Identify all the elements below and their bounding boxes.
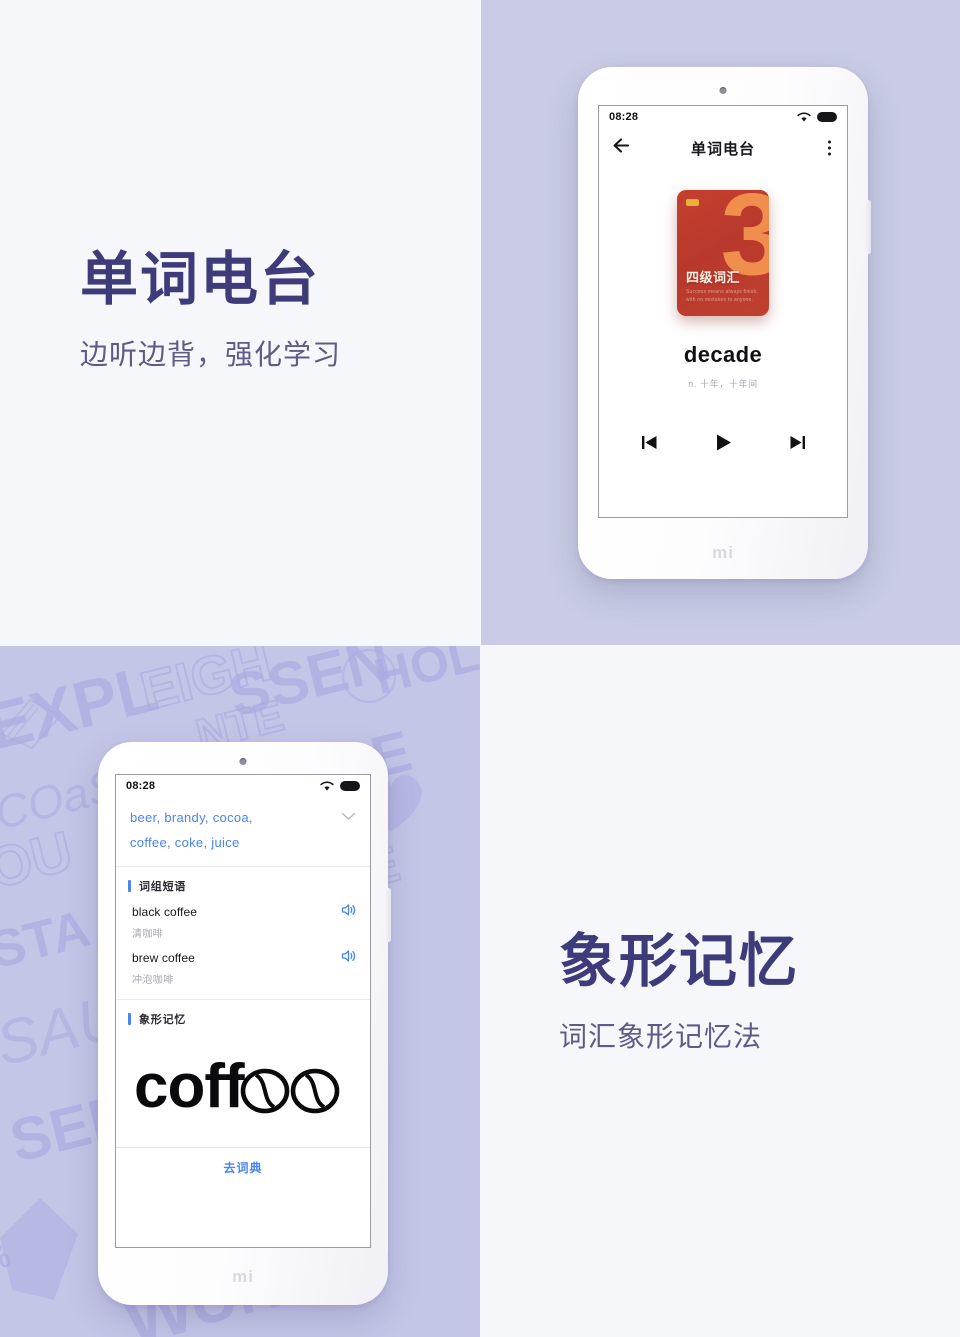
panel-word-radio-device: 08:28 单词电台 四级词汇 Success means always fin… xyxy=(481,0,960,645)
album-subtitle: Success means always finish, with no mis… xyxy=(686,289,759,303)
album-cover[interactable]: 3 四级词汇 Success means always finish, with… xyxy=(677,190,769,316)
promo-page: 单词电台 边听边背，强化学习 08:28 单词电台 四级词汇 Success m… xyxy=(0,0,960,1337)
pictorial-section-header: 象形记忆 xyxy=(116,1000,370,1033)
copy-block-top-left: 单词电台 边听边背，强化学习 xyxy=(80,247,342,373)
brand-logo: mi xyxy=(232,1267,254,1286)
wordmark-prefix: coff xyxy=(134,1055,245,1121)
list-item[interactable]: brew coffee 冲泡咖啡 xyxy=(116,946,370,992)
status-time: 08:28 xyxy=(126,780,156,792)
album-tag-mark xyxy=(686,199,699,206)
phrase-english: brew coffee xyxy=(132,951,195,966)
pictorial-illustration: coff xyxy=(116,1032,370,1147)
pictorial-section: 象形记忆 coff xyxy=(116,1000,370,1147)
tag-shape xyxy=(0,1198,78,1300)
phrases-section-title: 词组短语 xyxy=(139,880,187,893)
copy-block-bottom-right: 象形记忆 词汇象形记忆法 xyxy=(559,929,800,1055)
pictorial-section-title: 象形记忆 xyxy=(139,1013,187,1026)
phrase-english: black coffee xyxy=(132,905,198,920)
section-accent-bar xyxy=(128,1012,131,1025)
books-outline xyxy=(0,698,62,750)
current-word-definition: n. 十年，十年间 xyxy=(688,379,758,389)
power-button[interactable] xyxy=(386,888,391,943)
panel-word-radio-copy: 单词电台 边听边背，强化学习 xyxy=(0,0,480,645)
go-to-dictionary-button[interactable]: 去词典 xyxy=(116,1146,370,1187)
overflow-menu-icon[interactable] xyxy=(828,140,831,156)
list-item[interactable]: black coffee 清咖啡 xyxy=(116,900,370,946)
radio-phone-body: 08:28 单词电台 四级词汇 Success means always fin… xyxy=(578,67,871,579)
phrase-chinese: 冲泡咖啡 xyxy=(132,974,174,986)
album-cover-wrap: 3 四级词汇 Success means always finish, with… xyxy=(599,190,847,316)
battery-icon xyxy=(340,781,360,791)
phrases-section-header: 词组短语 xyxy=(116,867,370,900)
page-title-secondary: 象形记忆 xyxy=(559,929,800,994)
chevron-down-icon[interactable] xyxy=(341,808,356,826)
phrases-section: 词组短语 black coffee 清咖啡 brew coffee 冲泡咖啡 xyxy=(116,867,370,992)
speaker-icon[interactable] xyxy=(341,903,356,922)
radio-phone: 08:28 单词电台 四级词汇 Success means always fin… xyxy=(578,67,871,579)
phrase-chinese: 清咖啡 xyxy=(132,928,164,940)
front-camera-icon xyxy=(239,758,247,765)
app-bar-title: 单词电台 xyxy=(690,140,755,158)
skip-previous-icon[interactable] xyxy=(640,433,659,457)
brand-logo: mi xyxy=(712,543,734,562)
current-word: decade xyxy=(683,342,763,367)
coffee-bean-glyph xyxy=(290,1068,340,1113)
coffee-bean-glyph xyxy=(240,1068,290,1113)
page-title: 单词电台 xyxy=(80,247,321,312)
related-words-block[interactable]: beer, brandy, cocoa, coffee, coke, juice xyxy=(116,797,370,867)
back-arrow-icon[interactable] xyxy=(613,138,631,158)
front-camera-icon xyxy=(719,87,727,94)
dictionary-phone-body: 08:28 beer, brandy, cocoa, coffee, coke,… xyxy=(98,742,391,1305)
app-bar: 单词电台 xyxy=(599,128,847,168)
dictionary-phone: 08:28 beer, brandy, cocoa, coffee, coke,… xyxy=(98,742,391,1305)
page-subtitle: 边听边背，强化学习 xyxy=(80,338,342,370)
dictionary-screen: 08:28 beer, brandy, cocoa, coffee, coke,… xyxy=(115,774,371,1248)
speaker-icon[interactable] xyxy=(341,949,356,968)
power-button[interactable] xyxy=(866,200,871,255)
play-icon[interactable] xyxy=(713,432,734,458)
status-icons xyxy=(320,781,360,792)
radio-screen: 08:28 单词电台 四级词汇 Success means always fin… xyxy=(598,105,848,518)
status-bar: 08:28 xyxy=(599,106,847,128)
status-bar: 08:28 xyxy=(116,775,370,797)
coffee-bean-wordmark: coff xyxy=(134,1055,340,1121)
skip-next-icon[interactable] xyxy=(788,433,807,457)
player-controls xyxy=(599,432,847,458)
related-words-line-2[interactable]: coffee, coke, juice xyxy=(130,830,356,855)
page-subtitle-secondary: 词汇象形记忆法 xyxy=(559,1020,763,1052)
circle-outline xyxy=(341,648,397,704)
status-time: 08:28 xyxy=(609,111,639,123)
status-icons xyxy=(797,112,837,123)
battery-icon xyxy=(817,112,837,122)
section-accent-bar xyxy=(128,879,131,892)
album-title: 四级词汇 xyxy=(686,270,741,285)
panel-pictorial-device: EXPL EIGH COaS SSEN NTE HOL E OU STA SAU… xyxy=(0,646,480,1337)
related-words-line-1[interactable]: beer, brandy, cocoa, xyxy=(130,805,356,830)
wifi-icon xyxy=(320,781,334,791)
wifi-icon xyxy=(797,112,811,122)
